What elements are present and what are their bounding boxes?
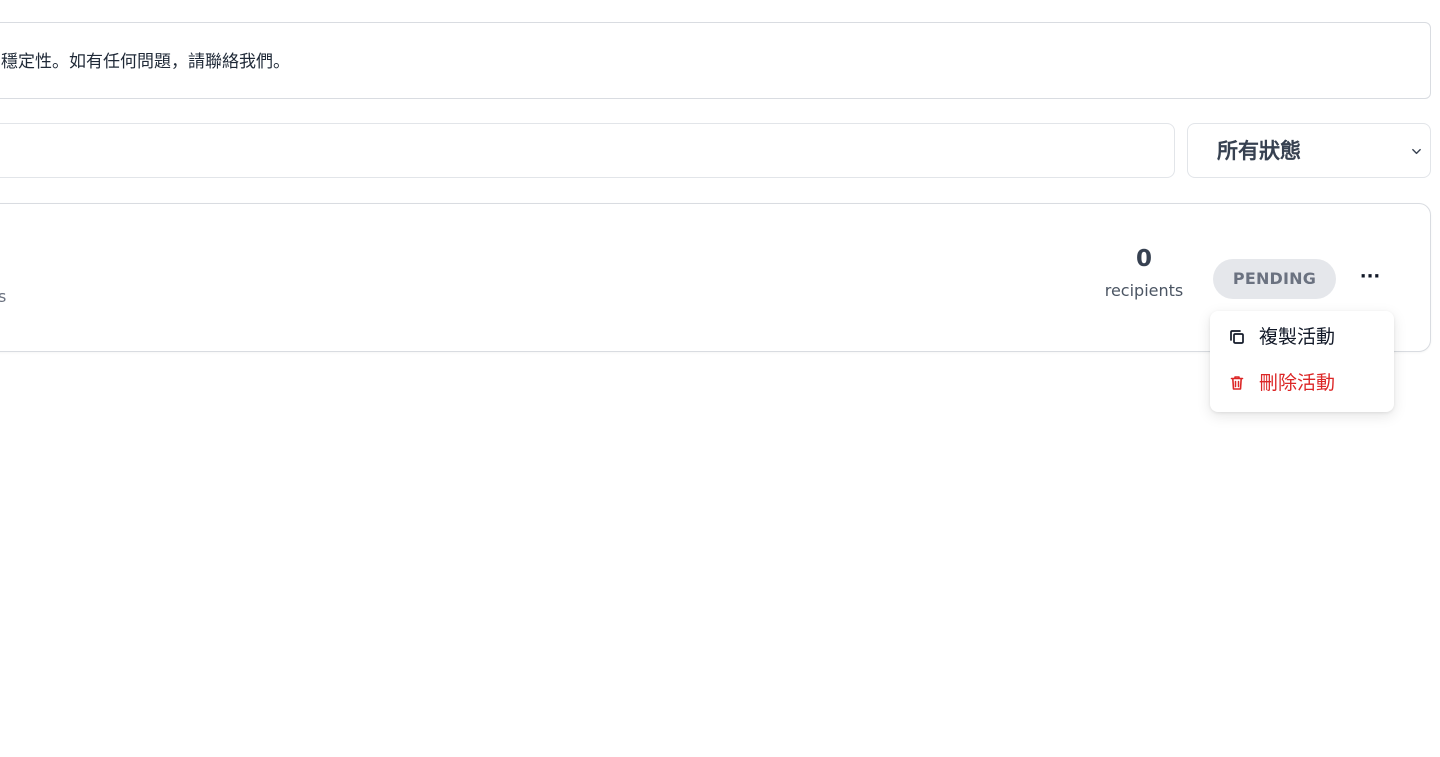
search-input[interactable] xyxy=(0,123,1175,178)
duplicate-campaign-label: 複製活動 xyxy=(1259,326,1336,348)
campaign-subtitle-fragment: s xyxy=(0,287,7,306)
duplicate-campaign-menu-item[interactable]: 複製活動 xyxy=(1210,316,1394,358)
notice-text: 穩定性。如有任何問題，請聯絡我們。 xyxy=(1,52,290,72)
copy-icon xyxy=(1230,330,1244,344)
chevron-down-icon xyxy=(1412,148,1421,155)
more-options-button[interactable]: ··· xyxy=(1352,262,1388,296)
recipients-label: recipients xyxy=(1104,281,1184,300)
status-filter-select[interactable]: 所有狀態 xyxy=(1187,123,1431,178)
trash-icon xyxy=(1230,376,1244,390)
delete-campaign-label: 刪除活動 xyxy=(1259,372,1336,394)
campaign-actions-menu: 複製活動 刪除活動 xyxy=(1210,311,1394,412)
status-badge: PENDING xyxy=(1213,259,1336,299)
recipients-count: 0 xyxy=(1135,246,1152,272)
delete-campaign-menu-item[interactable]: 刪除活動 xyxy=(1210,362,1394,404)
status-filter-value: 所有狀態 xyxy=(1217,139,1301,163)
notice-banner: 穩定性。如有任何問題，請聯絡我們。 xyxy=(0,22,1431,99)
